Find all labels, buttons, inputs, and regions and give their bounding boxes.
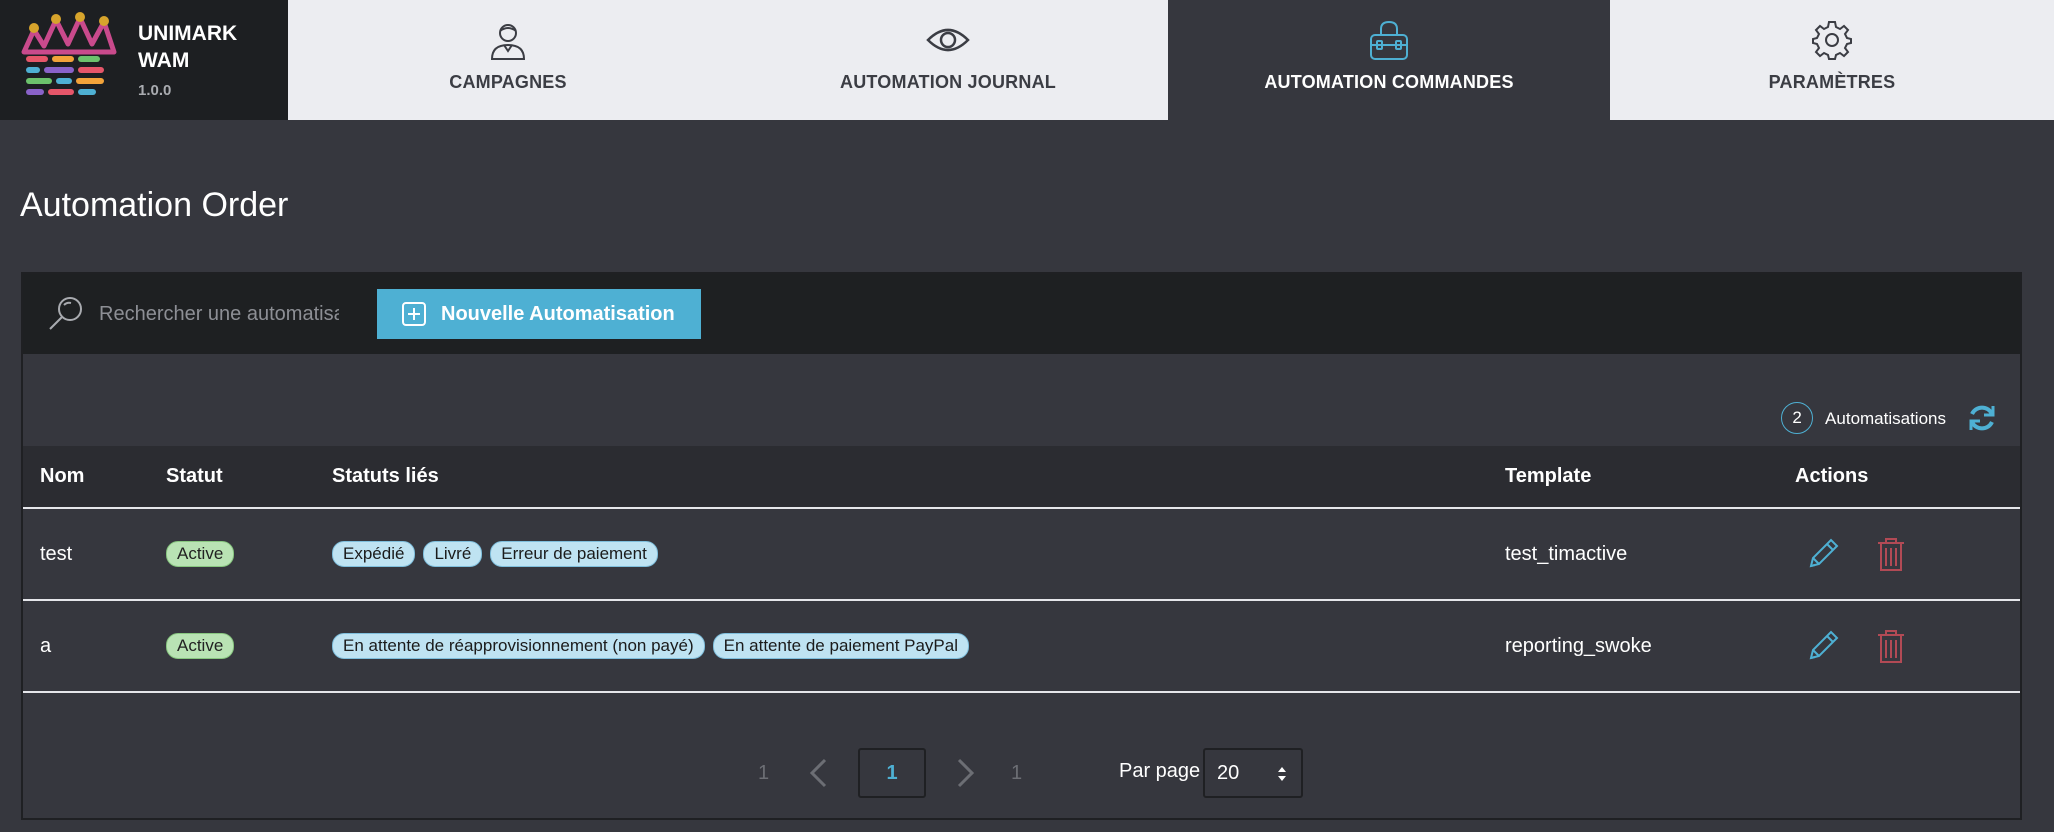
new-automation-button[interactable]: Nouvelle Automatisation bbox=[377, 289, 701, 339]
search-input[interactable] bbox=[99, 302, 339, 326]
automation-count-badge: 2 bbox=[1781, 402, 1814, 434]
table-row: test Active Expédié Livré Erreur de paieme… bbox=[23, 508, 2020, 600]
tab-automation-commandes[interactable]: AUTOMATION COMMANDES bbox=[1168, 0, 1610, 120]
header-statut[interactable]: Statut bbox=[149, 446, 315, 509]
delete-trash-icon[interactable] bbox=[1873, 628, 1909, 664]
linked-status-badge: Livré bbox=[423, 541, 483, 567]
cell-actions bbox=[1778, 508, 2020, 600]
linked-status-badge: En attente de réapprovisionnement (non p… bbox=[332, 633, 705, 659]
search-icon bbox=[49, 297, 82, 330]
search-box[interactable] bbox=[47, 295, 357, 333]
tab-parametres[interactable]: PARAMÈTRES bbox=[1610, 0, 2054, 120]
brand[interactable]: UNIMARK WAM 1.0.0 bbox=[0, 0, 288, 120]
status-badge: Active bbox=[166, 633, 235, 659]
cell-statuts-lies: Expédié Livré Erreur de paiement bbox=[315, 508, 1488, 600]
chevron-left-icon[interactable] bbox=[807, 758, 831, 788]
table-row: a Active En attente de réapprovisionneme… bbox=[23, 600, 2020, 692]
per-page-value: 20 bbox=[1217, 761, 1240, 784]
crown-logo-icon bbox=[21, 12, 117, 95]
tab-automation-commandes-label: AUTOMATION COMMANDES bbox=[1264, 72, 1514, 92]
page-title: Automation Order bbox=[20, 186, 289, 224]
app-version: 1.0.0 bbox=[138, 82, 172, 99]
edit-pencil-icon[interactable] bbox=[1805, 628, 1841, 664]
toolbar: Nouvelle Automatisation bbox=[23, 274, 2020, 354]
user-icon bbox=[486, 18, 530, 62]
summary-row: 2 Automatisations bbox=[23, 354, 2020, 446]
automation-panel: Nouvelle Automatisation 2 Automatisation… bbox=[21, 272, 2022, 820]
cell-nom: test bbox=[40, 542, 73, 565]
delete-trash-icon[interactable] bbox=[1873, 536, 1909, 572]
new-automation-label: Nouvelle Automatisation bbox=[441, 302, 675, 325]
automation-count-label: Automatisations bbox=[1825, 409, 1946, 428]
shopping-bag-icon bbox=[1367, 18, 1411, 62]
cell-template: reporting_swoke bbox=[1505, 634, 1652, 657]
tab-campagnes-label: CAMPAGNES bbox=[449, 72, 567, 92]
gear-icon bbox=[1810, 18, 1854, 62]
tab-automation-journal[interactable]: AUTOMATION JOURNAL bbox=[728, 0, 1168, 120]
brand-name-line1: UNIMARK bbox=[138, 22, 238, 45]
refresh-icon[interactable] bbox=[1966, 402, 1998, 434]
tab-automation-journal-label: AUTOMATION JOURNAL bbox=[840, 72, 1056, 92]
brand-text: UNIMARK WAM 1.0.0 bbox=[138, 20, 237, 99]
cell-statut: Active bbox=[149, 508, 315, 600]
linked-status-badge: En attente de paiement PayPal bbox=[712, 633, 970, 659]
per-page-label: Par page bbox=[1119, 760, 1201, 782]
pagination-first-page[interactable]: 1 bbox=[758, 762, 769, 785]
eye-icon bbox=[926, 18, 970, 62]
header-statuts-lies[interactable]: Statuts liés bbox=[315, 446, 1488, 509]
cell-statut: Active bbox=[149, 600, 315, 692]
linked-status-badge: Erreur de paiement bbox=[490, 541, 658, 567]
chevron-right-icon[interactable] bbox=[953, 758, 977, 788]
linked-status-badge: Expédié bbox=[332, 541, 416, 567]
cell-statuts-lies: En attente de réapprovisionnement (non p… bbox=[315, 600, 1488, 692]
header-template[interactable]: Template bbox=[1488, 446, 1778, 509]
edit-pencil-icon[interactable] bbox=[1805, 536, 1841, 572]
status-badge: Active bbox=[166, 541, 235, 567]
top-navigation: UNIMARK WAM 1.0.0 CAMPAGNES AUTOMATION J… bbox=[0, 0, 2054, 120]
select-arrows-icon bbox=[1278, 767, 1286, 781]
cell-nom: a bbox=[40, 634, 52, 657]
cell-actions bbox=[1778, 600, 2020, 692]
pagination-last-page[interactable]: 1 bbox=[1011, 762, 1022, 785]
table-header-row: Nom Statut Statuts liés Template Actions bbox=[23, 446, 2020, 509]
header-nom[interactable]: Nom bbox=[23, 446, 149, 509]
tab-campagnes[interactable]: CAMPAGNES bbox=[288, 0, 728, 120]
automation-table: Nom Statut Statuts liés Template Actions… bbox=[23, 446, 2020, 693]
brand-name-line2: WAM bbox=[138, 49, 190, 72]
tab-parametres-label: PARAMÈTRES bbox=[1768, 72, 1896, 92]
pagination: 1 1 1 Par page 20 bbox=[23, 748, 2020, 800]
plus-square-icon bbox=[402, 302, 426, 326]
header-actions: Actions bbox=[1778, 446, 2020, 509]
cell-template: test_timactive bbox=[1505, 542, 1628, 565]
per-page-select[interactable]: 20 bbox=[1203, 748, 1303, 798]
pagination-current-page[interactable]: 1 bbox=[858, 748, 926, 798]
